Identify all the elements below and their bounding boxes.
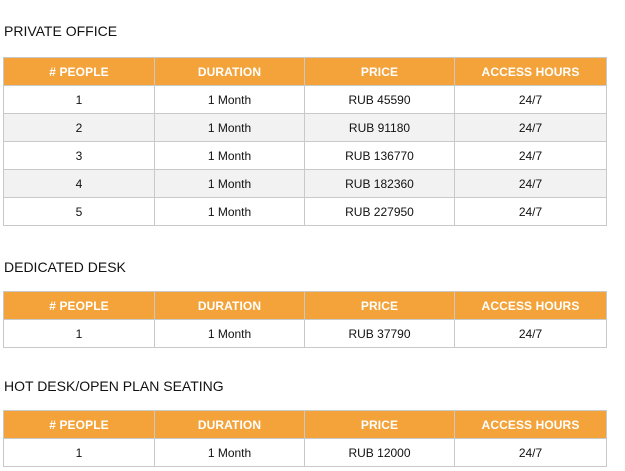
cell-duration: 1 Month [154,85,305,114]
cell-duration: 1 Month [154,113,305,142]
table-row: 1 1 Month RUB 12000 24/7 [3,438,607,467]
section-title-dedicated-desk: DEDICATED DESK [4,259,126,275]
section-title-hot-desk: HOT DESK/OPEN PLAN SEATING [4,378,224,394]
cell-access-hours: 24/7 [454,85,607,114]
table-row: 4 1 Month RUB 182360 24/7 [3,169,607,198]
cell-duration: 1 Month [154,169,305,198]
header-price: PRICE [304,57,455,86]
cell-duration: 1 Month [154,197,305,226]
cell-people: 3 [3,141,155,170]
header-price: PRICE [304,291,455,320]
cell-access-hours: 24/7 [454,319,607,348]
header-duration: DURATION [154,291,305,320]
cell-people: 1 [3,438,155,467]
header-duration: DURATION [154,410,305,439]
header-people: # PEOPLE [3,57,155,86]
cell-access-hours: 24/7 [454,438,607,467]
header-access-hours: ACCESS HOURS [454,291,607,320]
cell-access-hours: 24/7 [454,141,607,170]
table-row: 1 1 Month RUB 45590 24/7 [3,85,607,114]
cell-duration: 1 Month [154,141,305,170]
cell-people: 4 [3,169,155,198]
table-header-row: # PEOPLE DURATION PRICE ACCESS HOURS [3,291,607,320]
header-access-hours: ACCESS HOURS [454,57,607,86]
cell-price: RUB 91180 [304,113,455,142]
dedicated-desk-table: # PEOPLE DURATION PRICE ACCESS HOURS 1 1… [3,291,607,348]
table-header-row: # PEOPLE DURATION PRICE ACCESS HOURS [3,410,607,439]
cell-duration: 1 Month [154,438,305,467]
table-header-row: # PEOPLE DURATION PRICE ACCESS HOURS [3,57,607,86]
cell-duration: 1 Month [154,319,305,348]
cell-price: RUB 37790 [304,319,455,348]
header-people: # PEOPLE [3,410,155,439]
cell-price: RUB 45590 [304,85,455,114]
table-row: 1 1 Month RUB 37790 24/7 [3,319,607,348]
section-title-private-office: PRIVATE OFFICE [4,23,118,39]
table-row: 3 1 Month RUB 136770 24/7 [3,141,607,170]
header-people: # PEOPLE [3,291,155,320]
cell-price: RUB 136770 [304,141,455,170]
header-price: PRICE [304,410,455,439]
cell-people: 5 [3,197,155,226]
cell-access-hours: 24/7 [454,113,607,142]
cell-access-hours: 24/7 [454,169,607,198]
cell-price: RUB 227950 [304,197,455,226]
table-row: 5 1 Month RUB 227950 24/7 [3,197,607,226]
header-duration: DURATION [154,57,305,86]
cell-people: 1 [3,319,155,348]
header-access-hours: ACCESS HOURS [454,410,607,439]
private-office-table: # PEOPLE DURATION PRICE ACCESS HOURS 1 1… [3,57,607,226]
table-row: 2 1 Month RUB 91180 24/7 [3,113,607,142]
cell-people: 1 [3,85,155,114]
cell-price: RUB 182360 [304,169,455,198]
cell-people: 2 [3,113,155,142]
cell-access-hours: 24/7 [454,197,607,226]
cell-price: RUB 12000 [304,438,455,467]
hot-desk-table: # PEOPLE DURATION PRICE ACCESS HOURS 1 1… [3,410,607,467]
